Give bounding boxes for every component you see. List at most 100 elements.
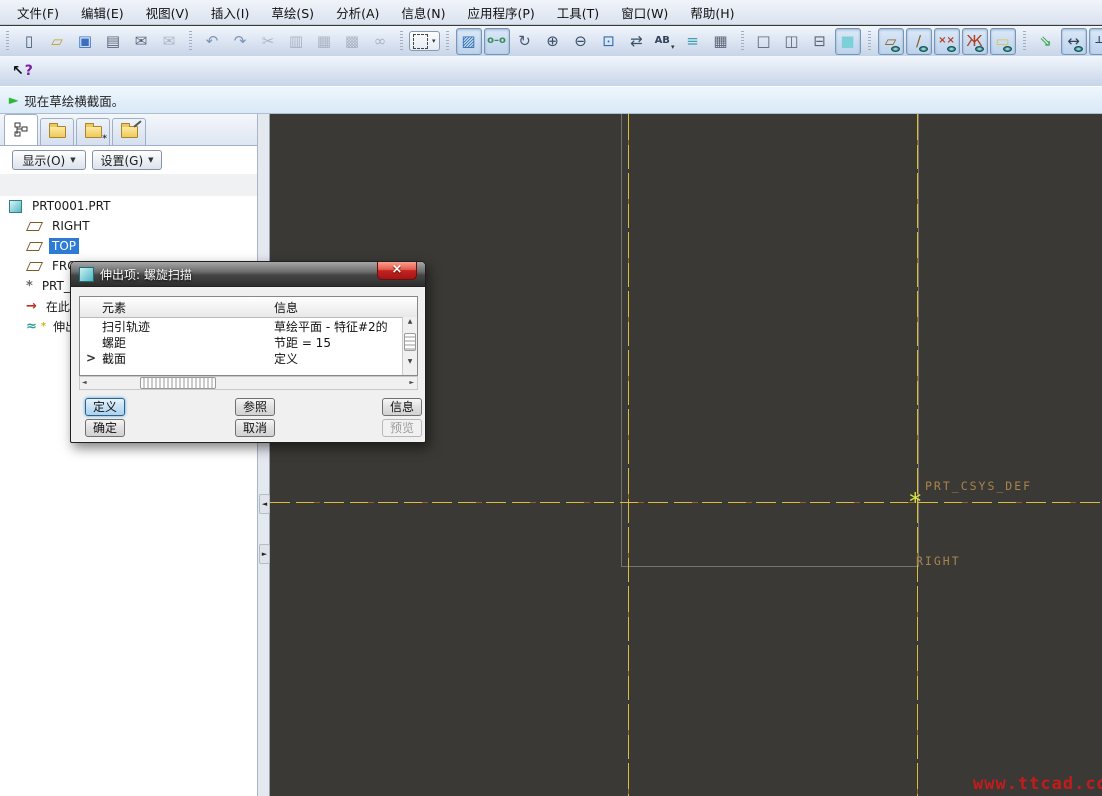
horizontal-scrollbar[interactable]: ◄ ►	[79, 376, 418, 390]
save-icon[interactable]: ▣	[72, 28, 98, 55]
zoom-out-icon[interactable]: ⊖	[568, 28, 594, 55]
sketch-orient-icon[interactable]: ⇘	[1033, 28, 1059, 55]
model-tree-tab[interactable]	[4, 114, 38, 145]
eye-icon	[1002, 45, 1012, 52]
scroll-left-icon[interactable]: ◄	[82, 378, 87, 388]
no-hidden-icon[interactable]: ⊟	[807, 28, 833, 55]
zoom-in-icon[interactable]: ⊕	[540, 28, 566, 55]
reorient-icon[interactable]: ⇄	[624, 28, 650, 55]
new-file-icon[interactable]: ▯	[16, 28, 42, 55]
panel-splitter[interactable]: ◄ ►	[258, 114, 270, 796]
context-help-button[interactable]: ↖ ?	[8, 61, 37, 81]
csys-display-icon[interactable]: Ж	[961, 27, 988, 55]
refit-icon[interactable]: ⊡	[596, 28, 622, 55]
show-dropdown-button[interactable]: 显示(O) ▼	[12, 150, 86, 170]
point-display-icon[interactable]: ××	[933, 27, 960, 55]
status-message: 现在草绘横截面。	[24, 93, 125, 109]
references-button[interactable]: 参照	[235, 398, 275, 416]
wireframe-icon[interactable]: □	[751, 28, 777, 55]
plane-display-icon[interactable]: ▱	[877, 27, 904, 55]
zoom-out-icon-glyph: ⊖	[574, 31, 587, 50]
menu-edit[interactable]: 编辑(E)	[70, 0, 135, 25]
vertical-sketch-line-left[interactable]	[628, 114, 629, 796]
scrollbar-thumb[interactable]	[404, 333, 416, 351]
copy-icon-glyph: ▥	[288, 31, 304, 50]
element-table-row[interactable]: > 截面 定义	[80, 350, 417, 366]
eye-icon	[1073, 45, 1083, 52]
send-mail-icon-glyph: ✉	[134, 31, 148, 50]
undo-icon[interactable]: ↶	[199, 28, 225, 55]
axis-display-icon[interactable]: ∕	[905, 27, 932, 55]
dimension-display-icon[interactable]: ↔	[1060, 27, 1087, 55]
row-marker: >	[85, 351, 97, 365]
menu-info[interactable]: 信息(N)	[390, 0, 456, 25]
open-file-icon[interactable]: ▱	[44, 28, 70, 55]
scrollbar-thumb[interactable]	[140, 377, 216, 389]
horizontal-centerline[interactable]	[270, 502, 1102, 503]
print-icon[interactable]: ▤	[100, 28, 126, 55]
edit-group: ↶ ↷ ✂ ▥ ▦ ▩ ∞	[189, 28, 394, 55]
annotation-display-icon[interactable]: ▭	[989, 27, 1016, 55]
spin-center-icon-glyph: ↻	[518, 31, 531, 50]
file-group: ▯ ▱ ▣ ▤ ✉ ✉	[6, 28, 183, 55]
menu-view[interactable]: 视图(V)	[135, 0, 200, 25]
csys-origin-marker[interactable]: *	[908, 490, 922, 514]
eye-icon	[974, 45, 984, 52]
menu-sketch[interactable]: 草绘(S)	[260, 0, 325, 25]
collapse-panel-button[interactable]: ◄	[259, 494, 270, 514]
ok-button[interactable]: 确定	[85, 419, 125, 437]
eye-icon	[946, 45, 956, 52]
redo-icon[interactable]: ↷	[227, 28, 253, 55]
tree-item[interactable]: RIGHT	[0, 216, 257, 236]
datum-refs-icon[interactable]: o–o	[483, 27, 510, 55]
settings-dropdown-button[interactable]: 设置(G) ▼	[92, 150, 162, 170]
favorites-folder-icon	[84, 123, 102, 138]
question-mark-icon: ?	[24, 63, 33, 79]
define-button[interactable]: 定义	[85, 398, 125, 416]
info-button[interactable]: 信息	[382, 398, 422, 416]
tree-item-part[interactable]: PRT0001.PRT	[0, 196, 257, 216]
menu-help[interactable]: 帮助(H)	[679, 0, 745, 25]
view-manager-icon[interactable]: ▦	[708, 28, 734, 55]
menu-tools[interactable]: 工具(T)	[546, 0, 610, 25]
tree-item-label: RIGHT	[52, 219, 90, 233]
graphics-area[interactable]: * PRT_CSYS_DEF RIGHT www.ttcad.com	[270, 114, 1102, 796]
new-file-icon-glyph: ▯	[24, 31, 34, 50]
element-table-row[interactable]: 扫引轨迹 草绘平面 - 特征#2的	[80, 318, 417, 334]
menu-analysis[interactable]: 分析(A)	[325, 0, 390, 25]
spin-center-icon[interactable]: ↻	[512, 28, 538, 55]
menu-insert[interactable]: 插入(I)	[200, 0, 260, 25]
no-hidden-icon-glyph: ⊟	[813, 31, 826, 50]
scroll-up-icon[interactable]: ▲	[408, 317, 413, 327]
connections-tab[interactable]	[112, 118, 146, 145]
helical-sweep-dialog: 伸出项: 螺旋扫描 × 元素 信息 扫引轨迹 草绘平面 - 特征#2的 螺距 节距 =…	[70, 261, 426, 443]
selection-filter[interactable]: ▾	[409, 31, 440, 51]
folder-browser-tab[interactable]	[40, 118, 74, 145]
scroll-down-icon[interactable]: ▼	[408, 357, 413, 367]
saved-views-icon[interactable]: AB ▾	[652, 28, 678, 55]
send-mail-icon[interactable]: ✉	[128, 28, 154, 55]
scroll-right-icon[interactable]: ►	[409, 378, 414, 388]
menu-file[interactable]: 文件(F)	[6, 0, 70, 25]
menu-window[interactable]: 窗口(W)	[610, 0, 679, 25]
save-icon-glyph: ▣	[77, 31, 93, 50]
menu-applications[interactable]: 应用程序(P)	[457, 0, 546, 25]
hidden-line-icon[interactable]: ◫	[779, 28, 805, 55]
close-button[interactable]: ×	[377, 262, 417, 280]
dialog-title-bar[interactable]: 伸出项: 螺旋扫描 ×	[71, 262, 425, 287]
vertical-scrollbar[interactable]: ▲ ▼	[402, 317, 417, 375]
favorites-tab[interactable]: *	[76, 118, 110, 145]
layers-icon[interactable]: ≡	[680, 28, 706, 55]
sketch-rectangle[interactable]	[621, 114, 919, 567]
expand-panel-button[interactable]: ►	[259, 544, 270, 564]
cancel-button[interactable]: 取消	[235, 419, 275, 437]
datum-refs-icon-glyph: o–o	[487, 35, 506, 46]
shaded-icon[interactable]: ■	[834, 27, 861, 55]
sketch-display-icon-glyph: ▨	[461, 31, 476, 50]
selection-box-icon	[413, 33, 428, 49]
sketch-display-icon[interactable]: ▨	[455, 27, 482, 55]
tree-item[interactable]: TOP	[0, 236, 257, 256]
element-table-row[interactable]: 螺距 节距 = 15	[80, 334, 417, 350]
vertical-sketch-line-right[interactable]	[917, 114, 918, 796]
constraint-display-icon[interactable]: ⊥∥	[1088, 27, 1102, 55]
